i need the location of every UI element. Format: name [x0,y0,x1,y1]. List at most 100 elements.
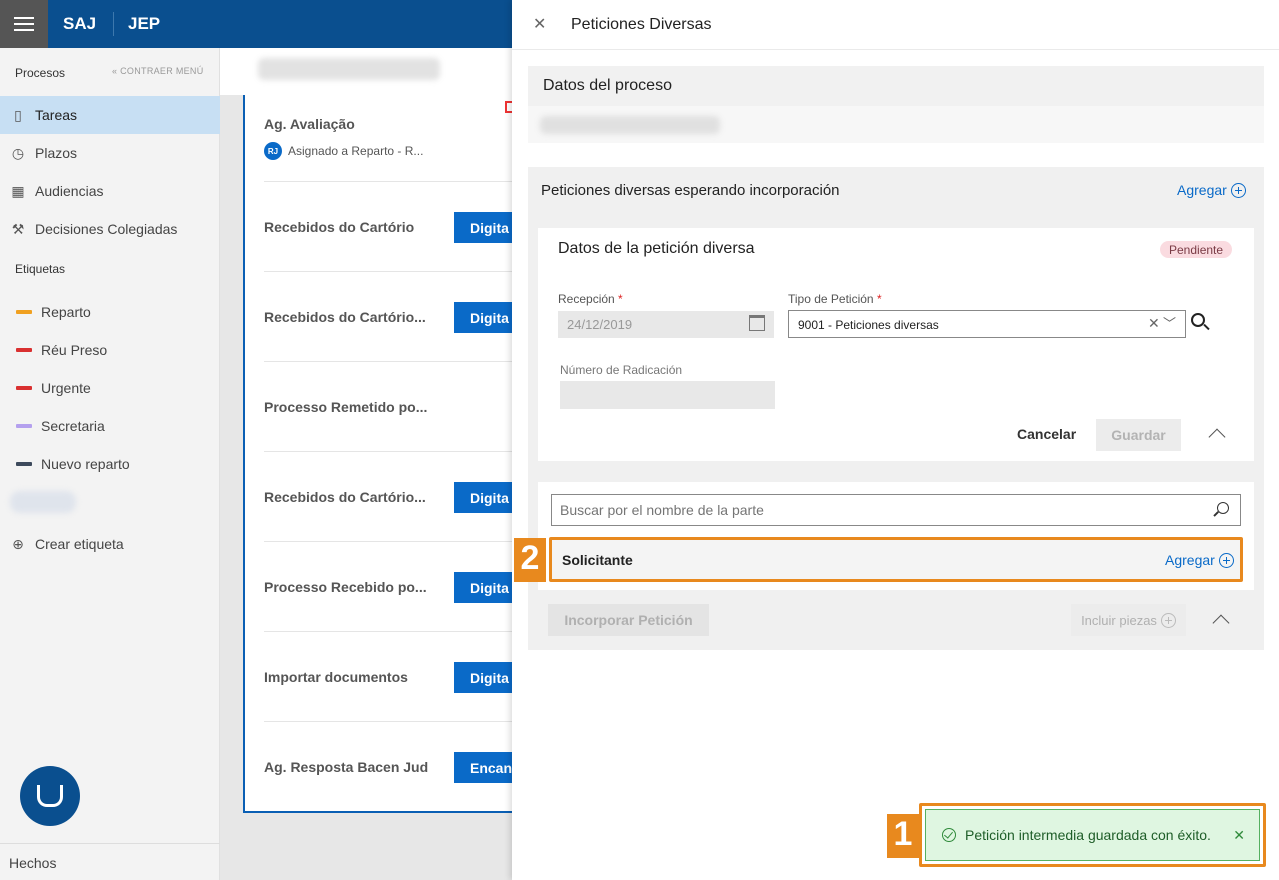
radicacion-label: Número de Radicación [560,363,683,377]
task-row[interactable]: Recebidos do Cartório... Digita [264,451,512,541]
hamburger-menu-icon[interactable] [0,0,48,48]
task-action-button[interactable]: Digita [454,212,512,243]
plus-circle-icon [1218,552,1234,568]
bookmark-icon: ▯ [14,106,22,123]
clear-icon[interactable]: ✕ [1148,315,1160,332]
petition-type-label: Tipo de Petición * [788,292,882,306]
calendar-icon: ▦ [11,182,25,199]
sidebar-item-decisiones-colegiadas[interactable]: ⚒ Decisiones Colegiadas [0,210,220,248]
blurred-search-field[interactable] [258,58,440,80]
task-title: Recebidos do Cartório [264,219,415,235]
sidebar-item-tareas[interactable]: ▯ Tareas [0,96,220,134]
search-icon[interactable] [1217,502,1229,514]
add-label: Agregar [1177,182,1227,198]
task-title: Ag. Resposta Bacen Jud [264,759,429,775]
sidebar-item-label: Decisiones Colegiadas [35,221,178,237]
chat-icon [37,785,63,807]
task-title: Recebidos do Cartório... [264,489,426,505]
tag-label: Secretaria [41,418,105,434]
include-pieces-button[interactable]: Incluir piezas [1071,604,1186,636]
task-row[interactable]: Processo Remetido po... [264,361,512,451]
add-petition-button[interactable]: Agregar [1177,182,1246,198]
collapse-menu-label: CONTRAER MENÚ [120,66,204,76]
tag-nuevo-reparto[interactable]: Nuevo reparto [0,445,220,483]
collapse-menu-button[interactable]: « CONTRAER MENÚ [112,66,204,76]
panel-title: Peticiones Diversas [571,16,712,33]
radicacion-field [560,381,775,409]
tag-color-swatch [16,386,32,390]
tag-secretaria[interactable]: Secretaria [0,407,220,445]
include-pieces-label: Incluir piezas [1081,612,1157,628]
sidebar-section-title: Procesos [15,66,66,80]
search-icon[interactable] [1191,313,1205,327]
task-assignee: RJ Asignado a Reparto - R... [264,142,423,160]
gavel-icon: ⚒ [11,220,25,237]
create-tag-button[interactable]: ⊕ Crear etiqueta [0,525,220,563]
petition-card-title: Datos de la petición diversa [558,240,755,257]
tags-section-title: Etiquetas [15,262,66,276]
callout-badge-1: 1 [887,814,919,858]
plus-circle-icon [1230,182,1246,198]
check-circle-icon [942,828,956,842]
tag-urgente[interactable]: Urgente [0,369,220,407]
chat-widget-button[interactable] [20,766,80,826]
callout-badge-2: 2 [514,538,546,582]
success-toast: Petición intermedia guardada con éxito. … [925,809,1260,861]
task-action-button[interactable]: Digita [454,302,512,333]
status-badge: Pendiente [1160,241,1233,258]
solicitante-row [549,537,1243,582]
tag-label: Reparto [41,304,91,320]
sidebar-footer-hechos[interactable]: Hechos [0,843,220,880]
tag-reu-preso[interactable]: Réu Preso [0,331,220,369]
brand-jep[interactable]: JEP [128,14,160,34]
tag-label: Réu Preso [41,342,108,358]
reception-date-field: 24/12/2019 [558,311,774,338]
task-action-button[interactable]: Digita [454,662,512,693]
tag-label: Nuevo reparto [41,456,130,472]
tag-color-swatch [16,348,32,352]
task-action-button[interactable]: Digita [454,482,512,513]
blurred-process-number [540,116,720,134]
close-icon[interactable]: ✕ [533,14,546,34]
reception-label-text: Recepción [558,292,615,306]
chevron-down-icon[interactable]: ﹀ [1163,313,1176,332]
double-chevron-left-icon: « [112,66,118,76]
sidebar-item-label: Plazos [35,145,78,161]
task-row[interactable]: Ag. Resposta Bacen Jud Encan [264,721,512,811]
task-row[interactable]: Recebidos do Cartório Digita [264,181,512,271]
process-data-header: Datos del proceso [528,66,1264,106]
tag-color-swatch [16,462,32,466]
cancel-button[interactable]: Cancelar [1017,426,1076,442]
assignee-text: Asignado a Reparto - R... [288,144,424,158]
brand-saj[interactable]: SAJ [63,14,96,34]
task-action-button[interactable]: Digita [454,572,512,603]
blurred-tag[interactable] [10,491,76,513]
create-tag-label: Crear etiqueta [35,536,124,552]
save-button[interactable]: Guardar [1096,419,1181,451]
sidebar-item-plazos[interactable]: ◷ Plazos [0,134,220,172]
task-action-button[interactable]: Encan [454,752,512,783]
tag-label: Urgente [41,380,91,396]
task-title: Processo Remetido po... [264,399,428,415]
incorporate-petition-button[interactable]: Incorporar Petición [548,604,709,636]
task-title[interactable]: Ag. Avaliação [264,116,355,132]
close-icon[interactable]: ✕ [1233,827,1245,844]
required-mark: * [618,292,623,306]
task-title: Recebidos do Cartório... [264,309,426,325]
tag-color-swatch [16,310,32,314]
avatar: RJ [264,142,282,160]
party-search-input[interactable] [551,494,1241,526]
task-row[interactable]: Importar documentos Digita [264,631,512,721]
task-title: Processo Recebido po... [264,579,427,595]
clock-icon: ◷ [11,144,25,161]
add-tag-icon: ⊕ [12,535,24,552]
sidebar-item-label: Tareas [35,107,78,123]
task-row[interactable]: Processo Recebido po... Digita [264,541,512,631]
add-solicitante-button[interactable]: Agregar [1165,552,1234,568]
sidebar-item-audiencias[interactable]: ▦ Audiencias [0,172,220,210]
task-title: Importar documentos [264,669,408,685]
toast-message: Petición intermedia guardada con éxito. [965,827,1211,843]
tag-reparto[interactable]: Reparto [0,293,220,331]
petition-type-select[interactable]: 9001 - Peticiones diversas [788,310,1186,338]
task-row[interactable]: Recebidos do Cartório... Digita [264,271,512,361]
